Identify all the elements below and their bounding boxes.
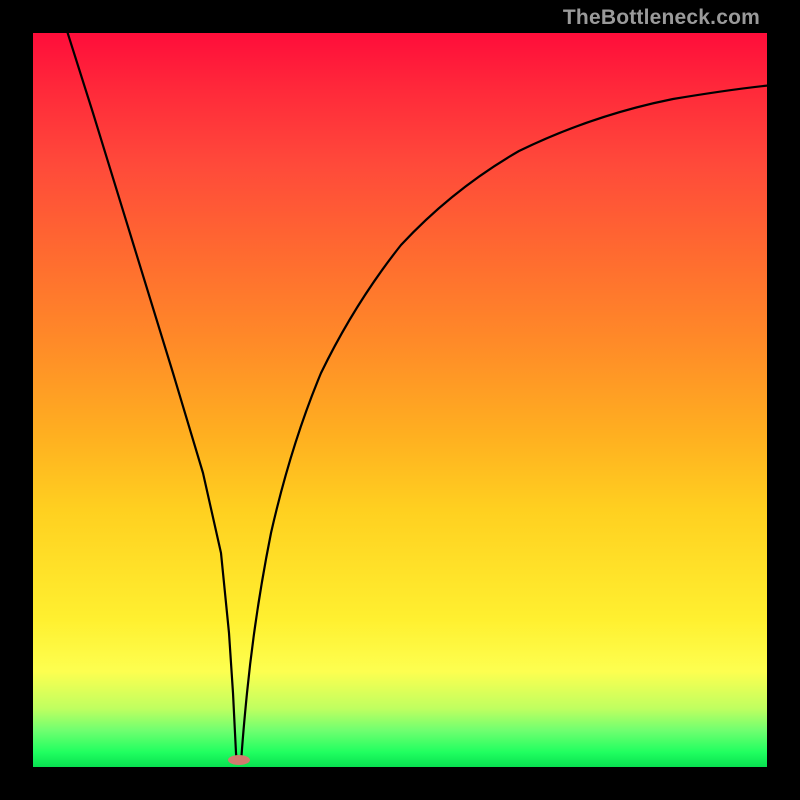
curve-left-limb bbox=[55, 33, 237, 763]
curve-right-limb bbox=[241, 85, 767, 763]
watermark-text: TheBottleneck.com bbox=[563, 6, 760, 30]
plot-area bbox=[33, 33, 767, 767]
minimum-marker bbox=[228, 755, 250, 765]
bottleneck-curve bbox=[33, 33, 767, 767]
chart-frame: TheBottleneck.com bbox=[0, 0, 800, 800]
